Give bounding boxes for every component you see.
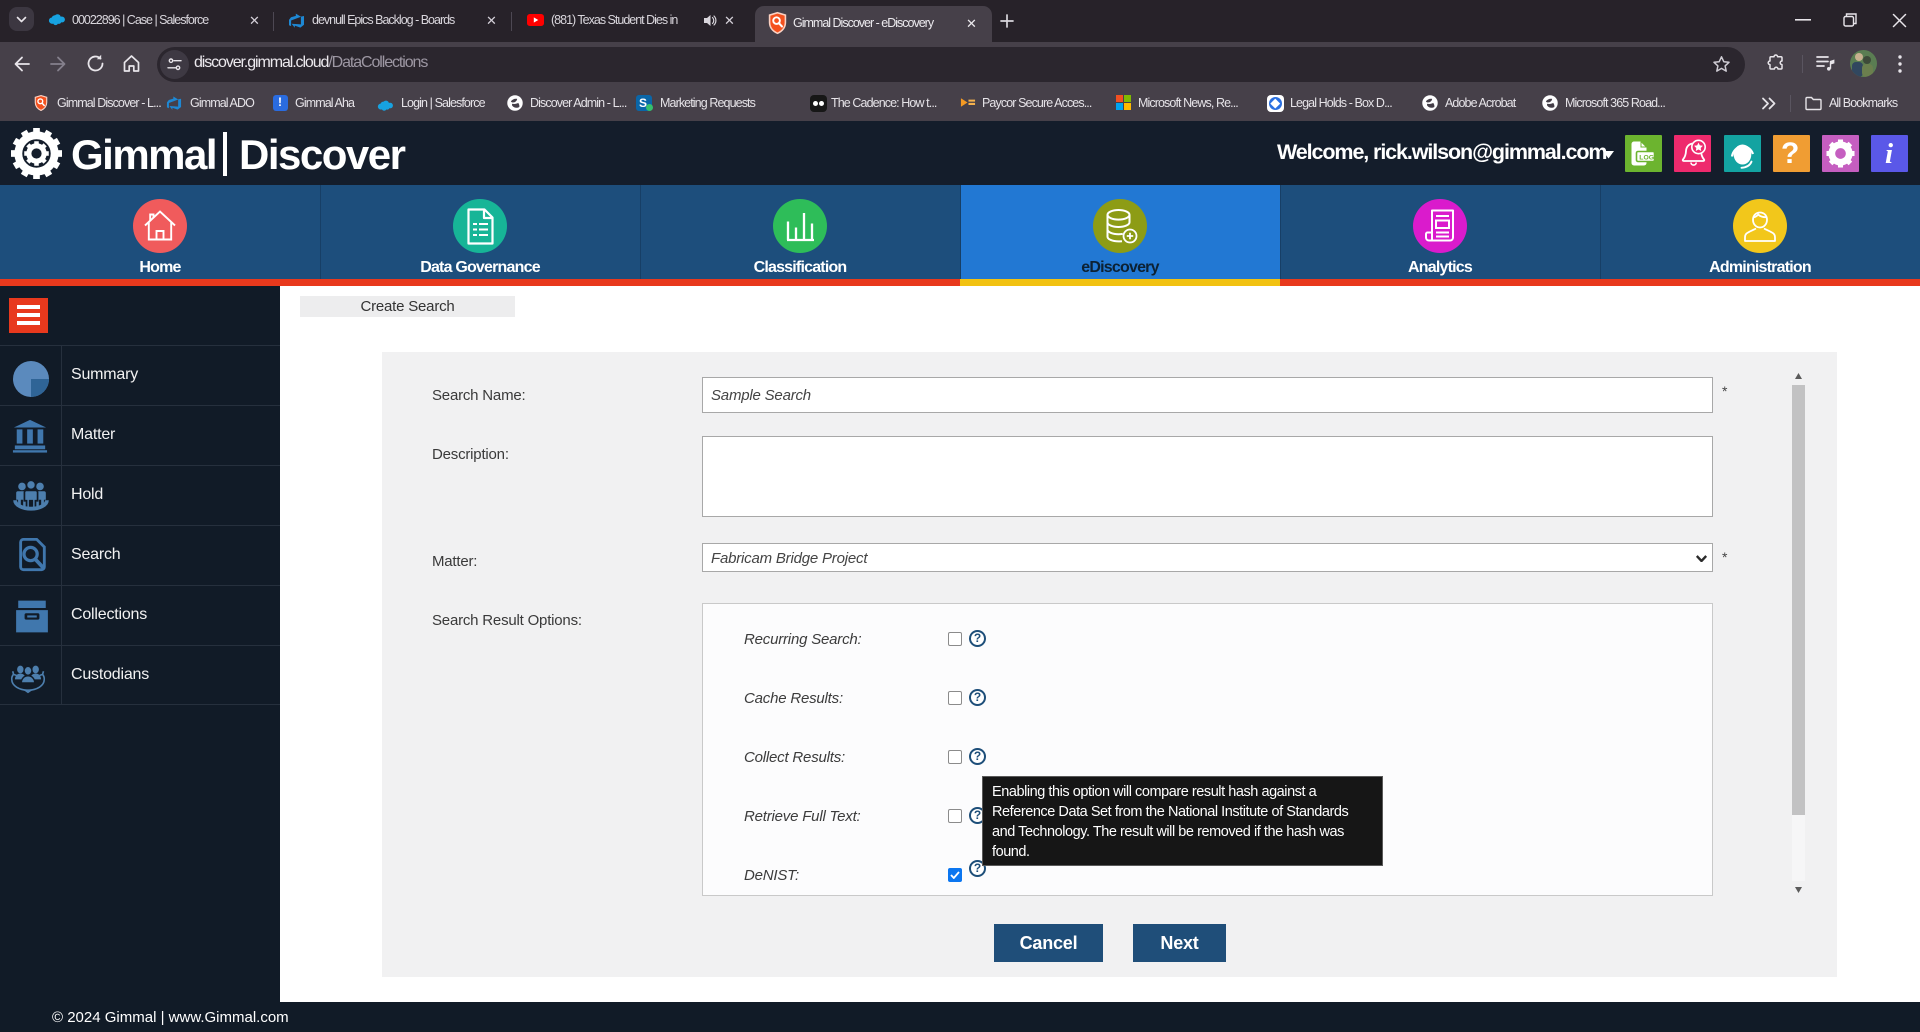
- svg-text:LOG: LOG: [1639, 154, 1654, 161]
